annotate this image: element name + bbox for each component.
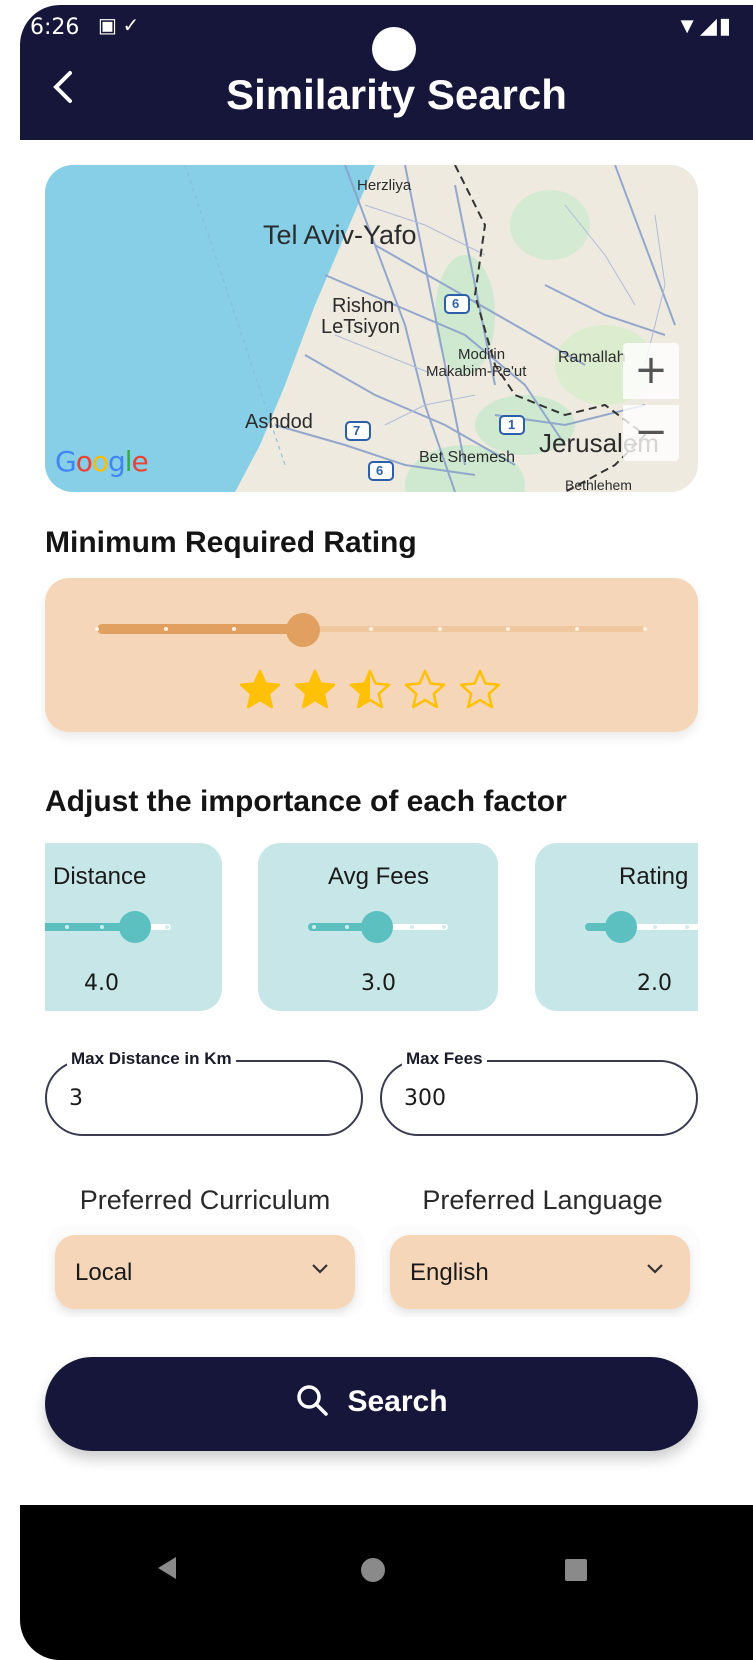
rating-slider-fill — [97, 624, 303, 634]
map-label-ashdod: Ashdod — [245, 411, 313, 433]
nav-recents-icon[interactable] — [565, 1559, 587, 1581]
zoom-in-button[interactable]: + — [623, 343, 679, 399]
status-time: 6:26 — [30, 15, 80, 40]
system-nav-bar — [20, 1505, 753, 1660]
rating-card — [45, 578, 698, 732]
map-label-rishon: Rishon — [332, 295, 395, 317]
rating-slider-tick — [506, 627, 510, 631]
star-full-icon[interactable] — [293, 668, 337, 712]
curriculum-label: Preferred Curriculum — [79, 1185, 331, 1215]
search-button[interactable]: Search — [45, 1357, 698, 1451]
map-label-makabim: Makabim-Re'ut — [426, 363, 527, 380]
rating-slider-tick — [369, 627, 373, 631]
rating-slider-tick — [163, 627, 168, 631]
factor-card-rating: Rating 2.0 — [535, 843, 698, 1011]
factor-slider-tick — [685, 925, 689, 929]
google-logo: Google — [55, 445, 149, 478]
map-label-modiin: Modi'in — [458, 346, 506, 363]
factor-slider-tick — [312, 925, 316, 929]
factor-slider-tick — [345, 925, 349, 929]
search-button-label: Search — [347, 1385, 448, 1418]
chevron-down-icon — [312, 1264, 328, 1274]
road-shield-6: 6 — [452, 296, 460, 311]
factor-slider-tick — [165, 925, 169, 929]
notification-icons: ▣ ✓ — [98, 15, 140, 37]
max-distance-value[interactable]: 3 — [69, 1086, 83, 1111]
star-half-icon[interactable] — [348, 668, 392, 712]
screen: 6:26 ▣ ✓ ▼◢▮ Similarity Search Herzliya … — [20, 5, 753, 1660]
map-label-letsiyon: LeTsiyon — [321, 316, 400, 338]
map-label-bet-shemesh: Bet Shemesh — [419, 449, 516, 466]
factor-label: Distance — [53, 863, 147, 890]
factor-value: 2.0 — [637, 971, 672, 996]
search-icon — [297, 1385, 329, 1416]
language-dropdown[interactable]: English — [390, 1235, 690, 1309]
language-label: Preferred Language — [422, 1185, 663, 1215]
factor-slider-tick — [442, 925, 446, 929]
max-fees-label: Max Fees — [402, 1049, 487, 1069]
map-label-ramallah: Ramallah — [558, 349, 626, 366]
map-label-bethlehem: Bethlehem — [565, 477, 632, 492]
camera-cutout — [372, 27, 416, 71]
factor-value: 4.0 — [84, 971, 119, 996]
rating-slider-thumb[interactable] — [285, 613, 320, 647]
star-empty-icon[interactable] — [403, 668, 447, 712]
factor-slider-thumb[interactable] — [119, 911, 151, 943]
road-shield-6b: 6 — [376, 463, 384, 478]
map-view[interactable]: Herzliya Tel Aviv-Yafo Rishon LeTsiyon M… — [45, 165, 698, 492]
language-value: English — [410, 1259, 489, 1286]
factor-slider-tick — [653, 925, 657, 929]
rating-slider-tick — [574, 627, 579, 631]
factor-carousel[interactable]: Distance 4.0 Avg Fees 3.0 Rating 2.0 — [45, 843, 698, 1013]
nav-home-icon[interactable] — [361, 1558, 385, 1582]
status-icons: ▼◢▮ — [676, 13, 733, 38]
factor-slider-thumb[interactable] — [605, 911, 637, 943]
factor-slider-tick — [410, 925, 414, 929]
factor-label: Avg Fees — [328, 863, 429, 890]
factor-slider-thumb[interactable] — [361, 911, 393, 943]
curriculum-value: Local — [75, 1259, 133, 1286]
zoom-out-button[interactable]: − — [623, 405, 679, 461]
factor-slider-tick — [65, 925, 69, 929]
rating-slider-tick — [437, 627, 442, 631]
rating-slider-tick — [232, 627, 236, 631]
star-full-icon[interactable] — [238, 668, 282, 712]
max-fees-value[interactable]: 300 — [404, 1086, 446, 1111]
search-button-content: Search — [45, 1385, 698, 1420]
max-distance-field[interactable]: Max Distance in Km 3 — [45, 1049, 363, 1136]
factor-section-title: Adjust the importance of each factor — [45, 785, 567, 818]
max-distance-label: Max Distance in Km — [67, 1049, 236, 1069]
page-title: Similarity Search — [226, 71, 567, 118]
factor-label: Rating — [619, 863, 689, 890]
curriculum-dropdown[interactable]: Local — [55, 1235, 355, 1309]
nav-back-icon[interactable] — [156, 1555, 178, 1581]
factor-slider-tick — [100, 925, 104, 929]
map-label-herzliya: Herzliya — [357, 177, 412, 194]
chevron-down-icon — [647, 1264, 663, 1274]
map-label-tel-aviv: Tel Aviv-Yafo — [263, 220, 417, 250]
max-fees-field[interactable]: Max Fees 300 — [380, 1049, 698, 1136]
rating-section-title: Minimum Required Rating — [45, 526, 417, 559]
star-empty-icon[interactable] — [458, 668, 502, 712]
factor-card-avg-fees: Avg Fees 3.0 — [258, 843, 498, 1011]
app-bar: 6:26 ▣ ✓ ▼◢▮ Similarity Search — [20, 5, 753, 140]
road-shield-1: 1 — [508, 417, 516, 432]
rating-slider-tick — [95, 627, 99, 631]
factor-card-distance: Distance 4.0 — [45, 843, 222, 1011]
road-shield-7: 7 — [353, 423, 361, 438]
rating-slider-tick — [643, 627, 647, 631]
factor-value: 3.0 — [361, 971, 396, 996]
